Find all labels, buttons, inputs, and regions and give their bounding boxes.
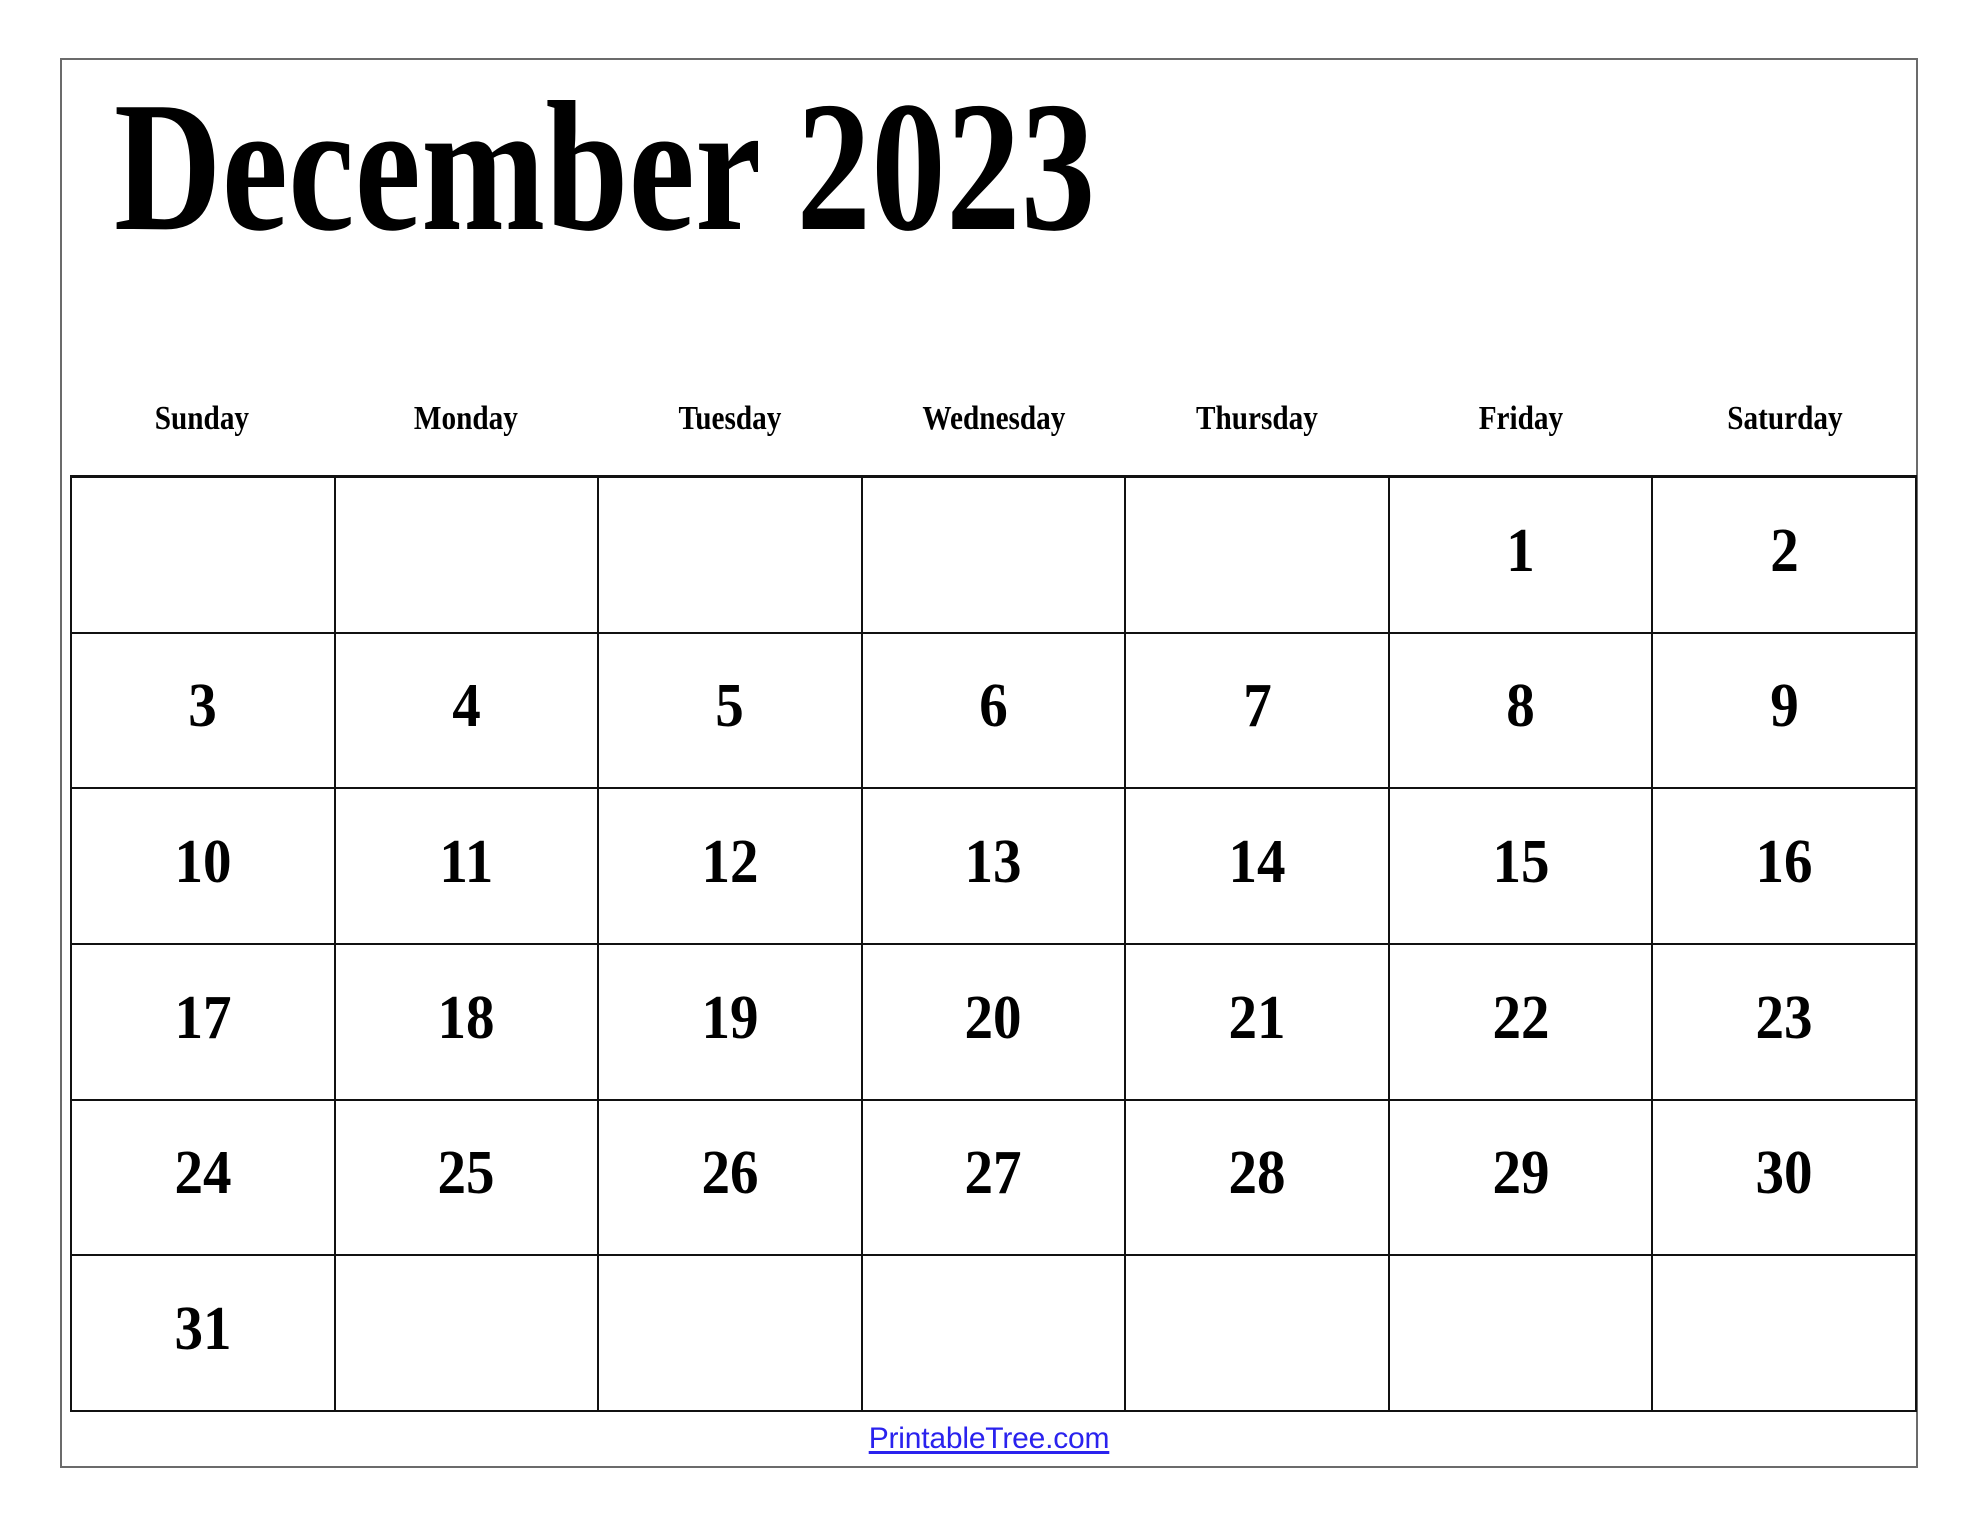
day-number: 29 [1492,1139,1550,1208]
day-cell[interactable]: 30 [1653,1100,1917,1257]
day-number: 14 [1228,828,1286,897]
day-cell[interactable] [862,478,1127,634]
day-cell[interactable]: 26 [599,1100,863,1257]
weekday-header-monday: Monday [413,400,518,437]
day-cell[interactable] [599,1256,863,1412]
day-cell[interactable]: 27 [862,1100,1127,1257]
day-number: 21 [1228,983,1286,1052]
day-number: 15 [1492,828,1550,897]
day-number: 22 [1492,983,1550,1052]
day-number: 31 [174,1295,232,1364]
day-cell[interactable]: 22 [1389,945,1654,1101]
day-number: 24 [174,1139,232,1208]
day-number: 2 [1769,516,1799,585]
page-title: December 2023 [114,64,1096,270]
day-cell[interactable] [1126,478,1390,634]
day-number: 20 [964,983,1023,1052]
day-cell[interactable]: 23 [1653,945,1917,1101]
day-cell[interactable]: 12 [599,789,863,945]
day-cell[interactable]: 19 [599,945,863,1101]
weekday-header-friday: Friday [1478,400,1564,437]
day-cell[interactable] [1653,1256,1917,1412]
calendar-page: December 2023 Sunday Monday Tuesday Wedn… [60,58,1918,1468]
day-cell[interactable]: 11 [335,789,600,945]
day-cell[interactable] [862,1256,1127,1412]
day-cell[interactable] [72,478,336,634]
day-number: 9 [1769,672,1799,741]
day-cell[interactable]: 15 [1389,789,1654,945]
day-cell[interactable]: 25 [335,1100,600,1257]
day-number: 6 [979,672,1008,741]
weekday-header-saturday: Saturday [1727,400,1843,437]
title-block: December 2023 [62,60,1916,360]
day-cell[interactable] [599,478,863,634]
day-cell[interactable]: 8 [1389,633,1654,790]
day-cell[interactable] [335,478,600,634]
weekday-header-tuesday: Tuesday [678,400,782,437]
day-number: 28 [1228,1139,1286,1208]
day-cell[interactable]: 29 [1389,1100,1654,1257]
day-number: 10 [174,828,232,897]
day-number: 5 [715,672,745,741]
day-number: 7 [1242,672,1272,741]
day-number: 30 [1755,1139,1813,1208]
day-cell[interactable]: 5 [599,633,863,790]
day-cell[interactable]: 28 [1126,1100,1390,1257]
day-number: 8 [1506,672,1535,741]
day-cell[interactable]: 24 [72,1100,336,1257]
weekday-header-row: Sunday Monday Tuesday Wednesday Thursday… [70,400,1917,438]
day-cell[interactable]: 14 [1126,789,1390,945]
day-number: 25 [437,1139,495,1208]
footer: PrintableTree.com [62,1422,1916,1456]
day-cell[interactable]: 6 [862,633,1127,790]
day-cell[interactable]: 1 [1389,478,1654,634]
day-number: 17 [174,983,232,1052]
day-number: 11 [439,828,494,897]
day-cell[interactable]: 4 [335,633,600,790]
day-cell[interactable]: 3 [72,633,336,790]
day-cell[interactable] [335,1256,600,1412]
day-number: 16 [1755,828,1813,897]
weekday-header-thursday: Thursday [1196,400,1319,437]
day-number: 19 [701,983,759,1052]
day-cell[interactable] [1389,1256,1654,1412]
day-number: 23 [1755,983,1813,1052]
day-cell[interactable]: 9 [1653,633,1917,790]
day-number: 12 [701,828,759,897]
day-cell[interactable]: 18 [335,945,600,1101]
day-cell[interactable]: 31 [72,1256,336,1412]
day-number: 1 [1506,516,1535,585]
day-cell[interactable]: 16 [1653,789,1917,945]
day-cell[interactable]: 17 [72,945,336,1101]
day-cell[interactable]: 10 [72,789,336,945]
day-number: 27 [964,1139,1023,1208]
printabletree-link[interactable]: PrintableTree.com [869,1422,1110,1455]
day-cell[interactable] [1126,1256,1390,1412]
day-number: 18 [437,983,495,1052]
weekday-header-wednesday: Wednesday [921,400,1065,437]
day-number: 3 [188,672,218,741]
day-cell[interactable]: 7 [1126,633,1390,790]
day-cell[interactable]: 2 [1653,478,1917,634]
day-cell[interactable]: 13 [862,789,1127,945]
calendar-grid: 1 2 3 4 5 6 7 8 9 10 11 12 13 14 15 16 1… [70,475,1917,1412]
day-number: 13 [964,828,1023,897]
day-cell[interactable]: 20 [862,945,1127,1101]
day-number: 26 [701,1139,759,1208]
weekday-header-sunday: Sunday [154,400,250,437]
day-number: 4 [452,672,481,741]
day-cell[interactable]: 21 [1126,945,1390,1101]
